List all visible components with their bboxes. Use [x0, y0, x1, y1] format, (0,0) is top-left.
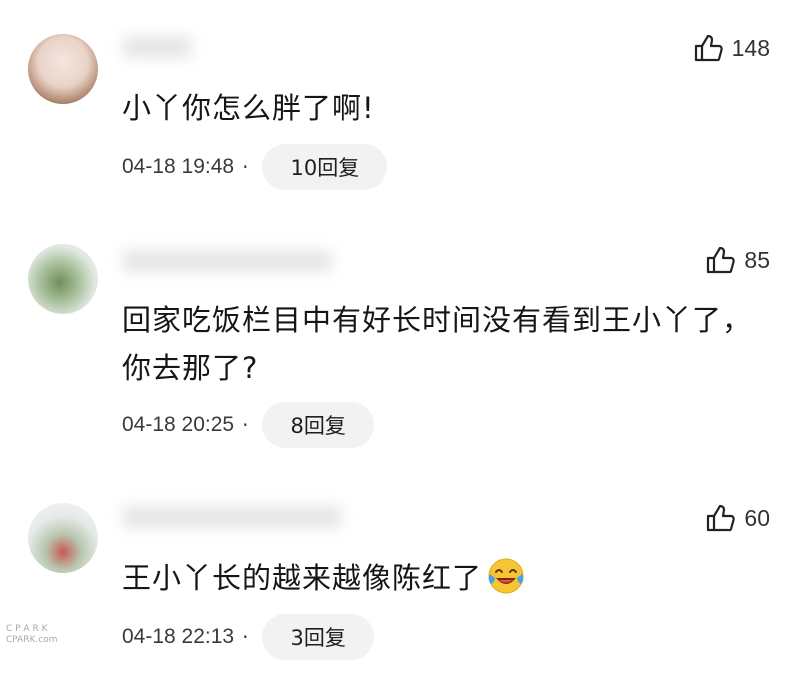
like-button[interactable]: 148 — [694, 34, 770, 62]
thumbs-up-icon — [694, 34, 723, 62]
separator-dot: · — [242, 625, 249, 649]
avatar[interactable] — [28, 34, 98, 104]
comment-meta: 04-18 20:25 · 8回复 — [122, 402, 374, 448]
laughing-crying-emoji-icon — [486, 556, 526, 610]
comment-text: 小丫你怎么胖了啊! — [122, 91, 375, 125]
timestamp: 04-18 22:13 — [122, 625, 235, 648]
like-button[interactable]: 85 — [706, 246, 770, 274]
timestamp: 04-18 19:48 — [122, 155, 235, 178]
timestamp: 04-18 20:25 — [122, 413, 235, 436]
watermark-line: CPARK.com — [6, 635, 58, 645]
comment-meta: 04-18 22:13 · 3回复 — [122, 614, 374, 660]
separator-dot: · — [242, 413, 249, 437]
like-button[interactable]: 60 — [706, 504, 770, 532]
comment-text: 回家吃饭栏目中有好长时间没有看到王小丫了，你去那了? — [122, 303, 753, 385]
username-blurred[interactable] — [122, 30, 352, 64]
comment-text: 王小丫长的越来越像陈红了 — [122, 554, 762, 610]
thumbs-up-icon — [707, 504, 736, 532]
watermark-line: C P A R K — [6, 624, 48, 634]
reply-count-button[interactable]: 3回复 — [262, 614, 374, 660]
watermark: C P A R K CPARK.com — [6, 624, 58, 646]
thumbs-up-icon — [707, 246, 736, 274]
separator-dot: · — [242, 155, 249, 179]
like-count: 148 — [731, 34, 770, 61]
like-count: 60 — [744, 504, 770, 531]
reply-count-button[interactable]: 10回复 — [262, 144, 388, 190]
comment-meta: 04-18 19:48 · 10回复 — [122, 144, 388, 190]
comment-text-content: 王小丫长的越来越像陈红了 — [122, 561, 483, 595]
like-count: 85 — [744, 246, 770, 273]
username-blurred[interactable] — [122, 244, 352, 278]
avatar[interactable] — [28, 244, 98, 314]
username-blurred[interactable] — [122, 500, 352, 534]
reply-count-button[interactable]: 8回复 — [262, 402, 374, 448]
avatar[interactable] — [28, 503, 98, 573]
